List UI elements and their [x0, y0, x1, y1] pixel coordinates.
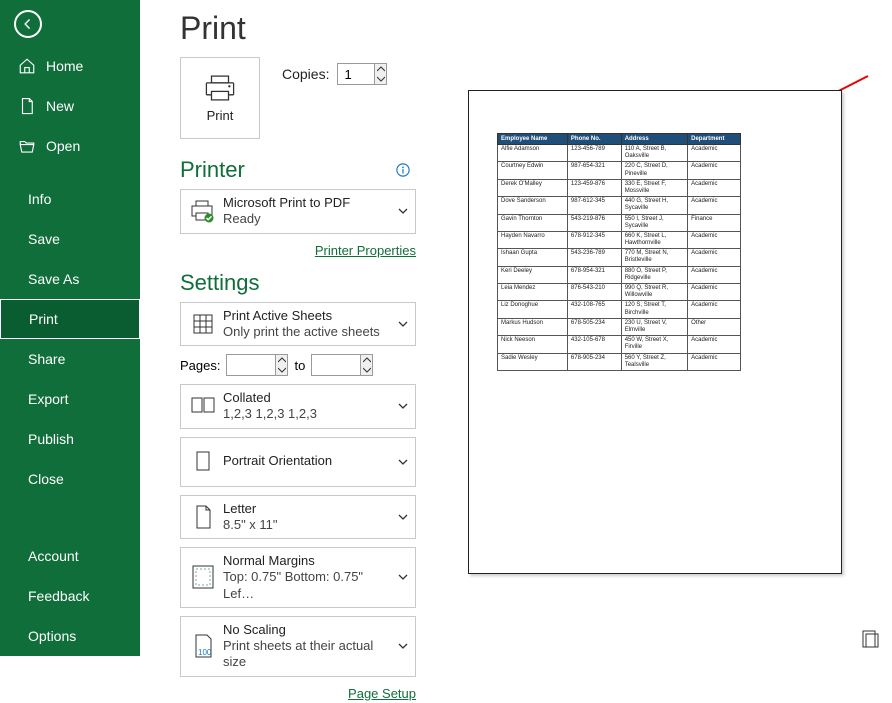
- table-row: Courtney Edwin987-654-321220 C, Street D…: [498, 162, 741, 179]
- home-icon: [18, 57, 36, 75]
- chevron-down-icon: [397, 456, 409, 468]
- pages-to-input[interactable]: [311, 354, 373, 376]
- copies-input[interactable]: [338, 64, 374, 84]
- table-row: Derek O'Malley123-459-876330 E, Street F…: [498, 179, 741, 196]
- chevron-down-icon: [397, 640, 409, 652]
- table-header: Employee Name: [498, 134, 568, 145]
- sidebar-item-new[interactable]: New: [0, 86, 140, 126]
- margins-dropdown[interactable]: Normal Margins Top: 0.75" Bottom: 0.75" …: [180, 547, 416, 608]
- table-row: Alfie Adamson123-456-789110 A, Street B,…: [498, 145, 741, 162]
- preview-table: Employee NamePhone No.AddressDepartment …: [497, 133, 741, 371]
- chevron-down-icon: [397, 400, 409, 412]
- sidebar-item-saveas[interactable]: Save As: [0, 259, 140, 299]
- print-button[interactable]: Print: [180, 57, 260, 139]
- print-settings-pane: Print Print Copies:: [140, 0, 424, 656]
- table-row: Sadie Wesley678-905-234560 Y, Street Z, …: [498, 353, 741, 370]
- sidebar-item-open[interactable]: Open: [0, 126, 140, 166]
- portrait-icon: [189, 450, 217, 474]
- page-setup-link[interactable]: Page Setup: [348, 686, 416, 701]
- copies-label: Copies:: [282, 66, 329, 82]
- table-row: Keri Deeley678-954-321880 O, Street P, R…: [498, 266, 741, 283]
- printer-heading: Printer: [180, 157, 416, 183]
- page-icon: [189, 504, 217, 530]
- printer-icon: [203, 74, 237, 102]
- collation-dropdown[interactable]: Collated 1,2,3 1,2,3 1,2,3: [180, 384, 416, 429]
- print-scope-dropdown[interactable]: Print Active Sheets Only print the activ…: [180, 302, 416, 347]
- sidebar-item-export[interactable]: Export: [0, 379, 140, 419]
- margins-icon: [189, 564, 217, 590]
- papersize-dropdown[interactable]: Letter 8.5" x 11": [180, 495, 416, 540]
- pages-label: Pages:: [180, 358, 220, 373]
- sidebar-item-save[interactable]: Save: [0, 219, 140, 259]
- sheets-icon: [189, 312, 217, 336]
- table-header: Phone No.: [567, 134, 621, 145]
- table-row: Gavin Thornton543-219-876550 I, Street J…: [498, 214, 741, 231]
- page-title: Print: [180, 10, 416, 47]
- zoom-to-page-icon[interactable]: [862, 630, 880, 648]
- printer-name: Microsoft Print to PDF: [223, 195, 397, 211]
- scaling-icon: 100: [189, 633, 217, 659]
- backstage-sidebar: Home New Open Info Save Save As Print Sh…: [0, 0, 140, 656]
- orientation-dropdown[interactable]: Portrait Orientation: [180, 437, 416, 487]
- printer-properties-link[interactable]: Printer Properties: [315, 243, 416, 258]
- sidebar-item-info[interactable]: Info: [0, 179, 140, 219]
- scaling-dropdown[interactable]: 100 No Scaling Print sheets at their act…: [180, 616, 416, 677]
- sidebar-item-options[interactable]: Options: [0, 616, 140, 656]
- sidebar-item-share[interactable]: Share: [0, 339, 140, 379]
- table-row: Liz Donoghue432-108-765120 S, Street T, …: [498, 301, 741, 318]
- printer-info-icon[interactable]: [396, 163, 410, 177]
- back-button[interactable]: [14, 10, 42, 38]
- settings-heading: Settings: [180, 270, 416, 296]
- copies-down[interactable]: [375, 74, 386, 84]
- table-row: Nick Neeson432-105-678450 W, Street X, F…: [498, 336, 741, 353]
- chevron-down-icon: [397, 571, 409, 583]
- print-preview-pane: Employee NamePhone No.AddressDepartment …: [424, 0, 892, 656]
- pages-from-input[interactable]: [226, 354, 288, 376]
- printer-dropdown[interactable]: Microsoft Print to PDF Ready: [180, 189, 416, 234]
- table-header: Department: [688, 134, 741, 145]
- table-row: Leia Mendez876-543-210990 Q, Street R, W…: [498, 284, 741, 301]
- printer-status: Ready: [223, 211, 397, 227]
- table-row: Hayden Navarro678-912-345660 K, Street L…: [498, 231, 741, 248]
- table-row: Ishaan Gupta543-236-789770 M, Street N, …: [498, 249, 741, 266]
- chevron-down-icon: [397, 205, 409, 217]
- table-row: Dove Sanderson987-612-345440 G, Street H…: [498, 197, 741, 214]
- printer-ready-icon: [189, 199, 217, 223]
- sidebar-item-close[interactable]: Close: [0, 459, 140, 499]
- sidebar-item-publish[interactable]: Publish: [0, 419, 140, 459]
- sidebar-item-feedback[interactable]: Feedback: [0, 576, 140, 616]
- sidebar-item-account[interactable]: Account: [0, 536, 140, 576]
- copies-up[interactable]: [375, 64, 386, 74]
- sidebar-item-print[interactable]: Print: [0, 299, 140, 339]
- table-header: Address: [621, 134, 687, 145]
- copies-spinner[interactable]: [337, 63, 387, 85]
- collated-icon: [189, 395, 217, 417]
- document-icon: [18, 97, 36, 115]
- chevron-down-icon: [397, 511, 409, 523]
- chevron-down-icon: [397, 318, 409, 330]
- sidebar-item-home[interactable]: Home: [0, 46, 140, 86]
- table-row: Markus Hudson678-505-234230 U, Street V,…: [498, 318, 741, 335]
- folder-open-icon: [18, 137, 36, 155]
- preview-page: Employee NamePhone No.AddressDepartment …: [468, 90, 842, 574]
